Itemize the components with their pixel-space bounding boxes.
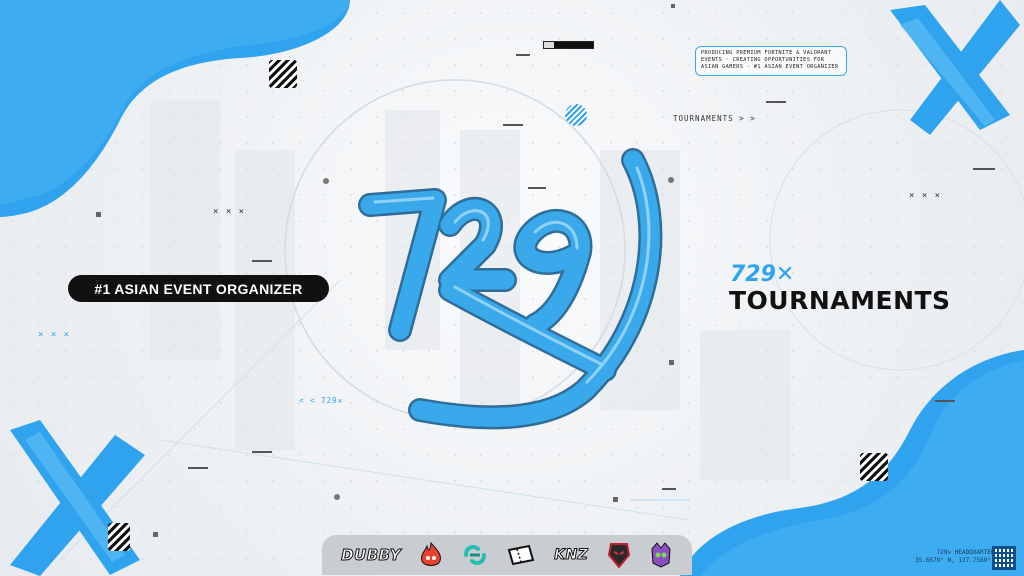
dash-mark bbox=[516, 54, 530, 56]
green-monster-logo bbox=[651, 542, 671, 568]
brand-title: TOURNAMENTS bbox=[729, 286, 951, 315]
hq-title: 729✕ HEADQUARTERS bbox=[936, 549, 999, 556]
sponsor-monster[interactable] bbox=[649, 540, 673, 570]
brush-x-icon bbox=[890, 0, 1020, 135]
knz-logo: KNZ bbox=[554, 547, 589, 564]
bottom-right-blue-blob bbox=[680, 350, 1024, 576]
hatched-square bbox=[860, 453, 888, 481]
sponsor-dubby[interactable]: DUBBY bbox=[341, 540, 402, 570]
square-mark bbox=[671, 4, 675, 8]
square-mark bbox=[153, 532, 158, 537]
sponsor-ticket[interactable] bbox=[506, 540, 536, 570]
top-left-blue-blob bbox=[0, 0, 350, 217]
xxx-mark: × × × bbox=[38, 330, 71, 340]
hatched-square bbox=[108, 523, 130, 551]
sponsor-flame[interactable] bbox=[419, 540, 443, 570]
dash-mark bbox=[662, 488, 676, 490]
qr-code-icon[interactable] bbox=[992, 546, 1016, 570]
loading-bar bbox=[543, 41, 594, 49]
brand-subtitle: 729✕ bbox=[730, 262, 795, 287]
red-warrior-logo bbox=[607, 543, 630, 569]
sponsor-bar: DUBBY KNZ bbox=[322, 535, 692, 575]
teal-link-logo bbox=[463, 545, 486, 565]
dash-mark bbox=[973, 168, 995, 170]
square-mark bbox=[96, 212, 101, 217]
tournaments-link[interactable]: TOURNAMENTS > > bbox=[673, 114, 756, 123]
sponsor-warrior[interactable] bbox=[607, 540, 631, 570]
dubby-logo: DUBBY bbox=[341, 546, 402, 565]
dash-mark bbox=[503, 124, 523, 126]
dot-mark bbox=[334, 494, 340, 500]
back-link[interactable]: < < 729✕ bbox=[299, 396, 343, 405]
dash-mark bbox=[935, 400, 955, 402]
info-box: PRODUCING PREMIUM FORTNITE & VALORANT EV… bbox=[695, 46, 847, 76]
square-mark bbox=[613, 497, 618, 502]
hq-coordinates: 35.6579° N, 127.7569° E bbox=[915, 557, 999, 564]
dash-mark bbox=[188, 467, 208, 469]
729x-logo bbox=[358, 148, 663, 430]
banner-canvas: × × × × × × × × × TOURNAMENTS > > < < 72… bbox=[0, 0, 1024, 576]
brush-x-icon bbox=[10, 420, 145, 576]
tagline-badge: #1 ASIAN EVENT ORGANIZER bbox=[68, 275, 329, 302]
xxx-mark: × × × bbox=[909, 191, 942, 201]
sponsor-knz[interactable]: KNZ bbox=[554, 540, 589, 570]
flame-mascot-logo bbox=[421, 542, 442, 566]
xxx-mark: × × × bbox=[213, 207, 246, 217]
dot-mark bbox=[323, 178, 329, 184]
dash-mark bbox=[252, 260, 272, 262]
hatched-square bbox=[269, 60, 297, 88]
headquarters-info: 729✕ HEADQUARTERS 35.6579° N, 127.7569° … bbox=[915, 549, 998, 565]
dash-mark bbox=[766, 101, 786, 103]
sponsor-teal[interactable] bbox=[462, 540, 488, 570]
ticket-logo bbox=[507, 544, 535, 566]
dash-mark bbox=[252, 451, 272, 453]
hatched-circle bbox=[565, 104, 587, 126]
